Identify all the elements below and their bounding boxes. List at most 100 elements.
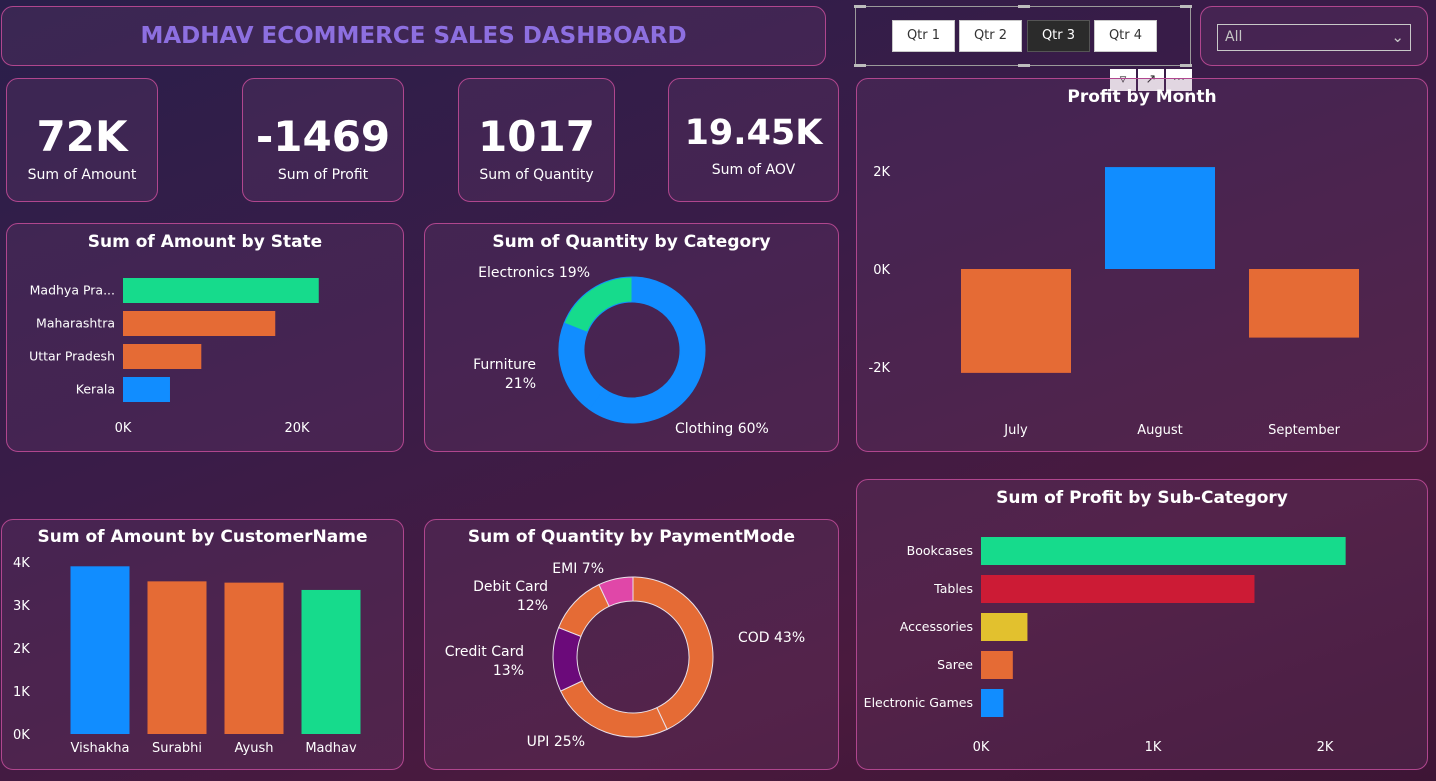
tick-label: 4K bbox=[13, 556, 30, 571]
tick-label: 0K bbox=[873, 263, 890, 278]
resize-handle[interactable] bbox=[854, 64, 866, 67]
data-label: Electronics 19% bbox=[478, 265, 590, 281]
profit-by-month-chart: 2K 0K -2K July August September bbox=[869, 165, 1359, 438]
quarter-slicer[interactable]: Qtr 1 Qtr 2 Qtr 3 Qtr 4 bbox=[854, 5, 1192, 67]
profit-by-month-panel: Profit by Month 2K 0K -2K July August Septemb… bbox=[856, 78, 1428, 452]
amount-by-customer-panel: Sum of Amount by CustomerName 4K 3K 2K 1K 0K… bbox=[1, 519, 404, 770]
amount-by-state-panel: Sum of Amount by State Madhya Pra... Maha… bbox=[6, 223, 404, 452]
category-label: Ayush bbox=[235, 741, 274, 756]
data-label: UPI 25% bbox=[527, 734, 585, 750]
quantity-by-paymentmode-chart: COD 43% UPI 25% Credit Card 13% Debit Card 12… bbox=[445, 561, 805, 750]
tick-label: 3K bbox=[13, 599, 30, 614]
resize-handle[interactable] bbox=[1018, 64, 1030, 67]
kpi-label: Sum of Quantity bbox=[479, 167, 594, 183]
donut-slice bbox=[559, 680, 668, 738]
tick-label: 20K bbox=[284, 421, 310, 436]
donut-slice bbox=[563, 276, 633, 333]
bar bbox=[224, 582, 284, 734]
kpi-value: 19.45K bbox=[684, 113, 823, 153]
resize-handle[interactable] bbox=[854, 5, 866, 8]
tick-label: 0K bbox=[973, 740, 990, 755]
kpi-card-quantity: 1017 Sum of Quantity bbox=[458, 78, 615, 202]
category-label: Madhya Pra... bbox=[30, 283, 115, 298]
chevron-down-icon: ⌄ bbox=[1391, 28, 1404, 46]
dropdown-value: All bbox=[1225, 29, 1243, 45]
data-label: 13% bbox=[493, 663, 524, 679]
bar bbox=[70, 566, 130, 734]
qtr-3-button[interactable]: Qtr 3 bbox=[1027, 20, 1090, 52]
bar bbox=[1105, 167, 1215, 269]
tick-label: -2K bbox=[869, 361, 891, 376]
data-label: Debit Card bbox=[473, 579, 548, 595]
donut-slice bbox=[552, 626, 583, 692]
kpi-label: Sum of AOV bbox=[711, 162, 796, 178]
tick-label: 2K bbox=[1317, 740, 1334, 755]
profit-by-subcategory-panel: Sum of Profit by Sub-Category Bookcases T… bbox=[856, 479, 1428, 770]
category-label: Uttar Pradesh bbox=[29, 349, 115, 364]
bar bbox=[123, 311, 276, 336]
qtr-4-button[interactable]: Qtr 4 bbox=[1094, 20, 1157, 52]
slicer-dropdown[interactable]: All ⌄ bbox=[1217, 24, 1411, 51]
donut-slice bbox=[557, 583, 610, 638]
data-label: Furniture bbox=[473, 357, 536, 373]
bar bbox=[981, 613, 1028, 641]
category-label: September bbox=[1268, 423, 1341, 438]
bar bbox=[301, 589, 361, 734]
bar bbox=[961, 269, 1071, 373]
dropdown-slicer-panel: All ⌄ bbox=[1200, 6, 1428, 66]
category-label: Tables bbox=[933, 581, 973, 596]
data-label: EMI 7% bbox=[552, 561, 604, 577]
bar bbox=[147, 581, 207, 734]
tick-label: 0K bbox=[13, 728, 30, 743]
resize-handle[interactable] bbox=[1180, 64, 1192, 67]
tick-label: 1K bbox=[1145, 740, 1162, 755]
tick-label: 0K bbox=[115, 421, 132, 436]
kpi-value: 72K bbox=[36, 112, 128, 161]
page-title: MADHAV ECOMMERCE SALES DASHBOARD bbox=[140, 23, 687, 49]
data-label: COD 43% bbox=[738, 630, 805, 646]
quantity-by-category-chart: Clothing 60% Furniture 21% Electronics 19% bbox=[473, 265, 769, 437]
kpi-label: Sum of Profit bbox=[277, 167, 369, 183]
bar bbox=[123, 278, 319, 303]
category-label: Bookcases bbox=[907, 543, 973, 558]
bar bbox=[981, 537, 1346, 565]
donut-slice bbox=[558, 322, 605, 410]
data-label: Credit Card bbox=[445, 644, 524, 660]
bar bbox=[981, 575, 1255, 603]
resize-handle[interactable] bbox=[1018, 5, 1030, 8]
amount-by-state-chart: Madhya Pra... Maharashtra Uttar Pradesh Ker… bbox=[29, 278, 319, 436]
kpi-value: 1017 bbox=[478, 112, 595, 161]
tick-label: 2K bbox=[13, 642, 30, 657]
bar bbox=[123, 377, 170, 402]
category-label: Saree bbox=[937, 657, 973, 672]
data-label: Clothing 60% bbox=[675, 421, 769, 437]
quantity-by-category-panel: Sum of Quantity by Category Clothing 60%… bbox=[424, 223, 839, 452]
tick-label: 1K bbox=[13, 685, 30, 700]
bar bbox=[981, 651, 1013, 679]
kpi-label: Sum of Amount bbox=[27, 167, 137, 183]
qtr-2-button[interactable]: Qtr 2 bbox=[959, 20, 1022, 52]
category-label: Electronic Games bbox=[864, 695, 973, 710]
qtr-1-button[interactable]: Qtr 1 bbox=[892, 20, 955, 52]
bar bbox=[981, 689, 1004, 717]
category-label: Vishakha bbox=[71, 741, 130, 756]
category-label: Kerala bbox=[76, 382, 115, 397]
bar bbox=[1249, 269, 1359, 338]
kpi-card-aov: 19.45K Sum of AOV bbox=[668, 78, 839, 202]
category-label: Maharashtra bbox=[36, 316, 115, 331]
category-label: July bbox=[1003, 423, 1028, 438]
data-label: 21% bbox=[505, 376, 536, 392]
category-label: Accessories bbox=[900, 619, 973, 634]
category-label: August bbox=[1137, 423, 1183, 438]
kpi-value: -1469 bbox=[255, 112, 391, 161]
kpi-card-profit: -1469 Sum of Profit bbox=[242, 78, 404, 202]
kpi-card-amount: 72K Sum of Amount bbox=[6, 78, 158, 202]
title-banner: MADHAV ECOMMERCE SALES DASHBOARD bbox=[1, 6, 826, 66]
category-label: Madhav bbox=[305, 741, 357, 756]
amount-by-customer-chart: 4K 3K 2K 1K 0K Vishakha Surabhi Ayush Madhav bbox=[13, 556, 361, 756]
data-label: 12% bbox=[517, 598, 548, 614]
tick-label: 2K bbox=[873, 165, 890, 180]
donut-slice bbox=[632, 576, 714, 731]
profit-by-subcategory-chart: Bookcases Tables Accessories Saree Electroni… bbox=[864, 537, 1346, 755]
resize-handle[interactable] bbox=[1180, 5, 1192, 8]
